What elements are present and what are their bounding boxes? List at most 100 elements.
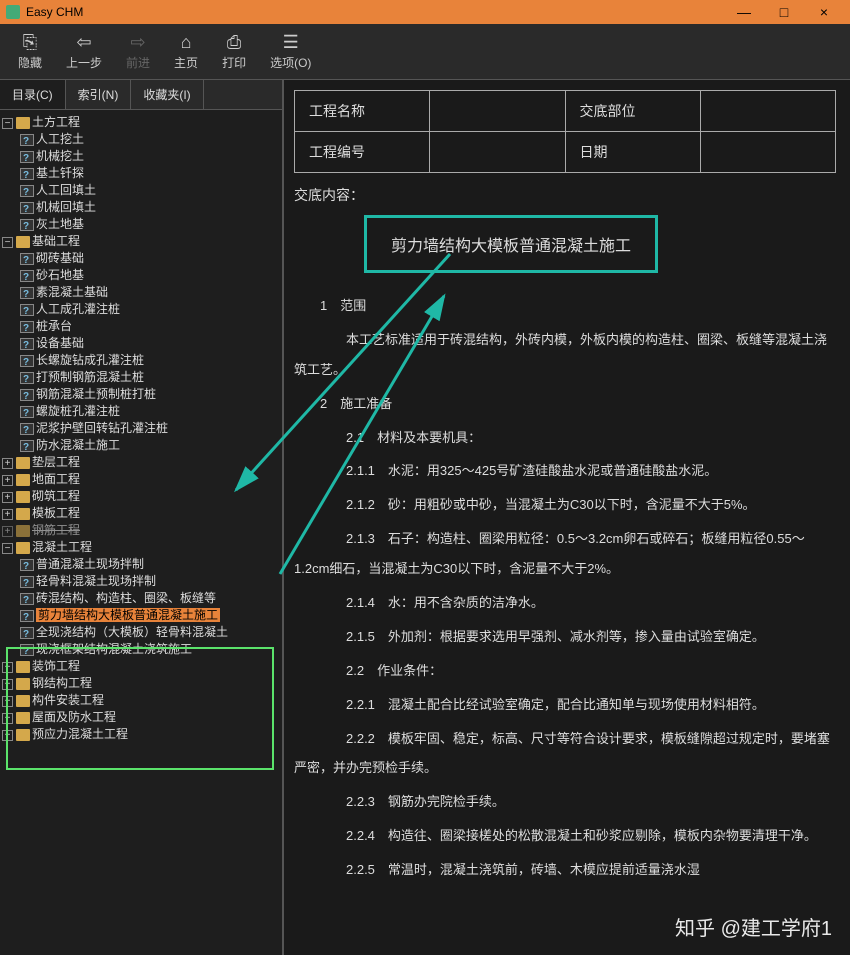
fwd-button: ⇨前进	[114, 28, 162, 75]
tree-folder[interactable]: 装饰工程	[32, 659, 80, 673]
tree-folder[interactable]: 预应力混凝土工程	[32, 727, 128, 741]
tree-item[interactable]: 砂石地基	[36, 268, 84, 282]
print-button[interactable]: ⎙打印	[210, 28, 258, 75]
toggle-icon[interactable]: +	[2, 730, 13, 741]
page-icon	[20, 304, 34, 316]
back-button[interactable]: ⇦上一步	[54, 28, 114, 75]
page-icon	[20, 321, 34, 333]
tab-fav[interactable]: 收藏夹(I)	[131, 80, 203, 109]
folder-icon	[16, 508, 30, 520]
title-bar: Easy CHM — □ ×	[0, 0, 850, 24]
tab-contents[interactable]: 目录(C)	[0, 80, 66, 109]
home-icon: ⌂	[181, 32, 192, 54]
tree-item[interactable]: 机械挖土	[36, 149, 84, 163]
hdr-cell: 工程编号	[295, 132, 430, 173]
paragraph: 2.2.4 构造往、圈梁接槎处的松散混凝土和砂浆应剔除，模板内杂物要清理干净。	[294, 821, 836, 851]
tree-folder[interactable]: 钢结构工程	[32, 676, 92, 690]
tree-folder[interactable]: 模板工程	[32, 506, 80, 520]
tree-view[interactable]: − 土方工程人工挖土机械挖土基土钎探人工回填土机械回填土灰土地基 − 基础工程砌砖基础…	[0, 110, 282, 955]
folder-icon	[16, 729, 30, 741]
tree-item[interactable]: 泥浆护壁回转钻孔灌注桩	[36, 421, 168, 435]
toggle-icon[interactable]: +	[2, 713, 13, 724]
tree-item[interactable]: 基土钎探	[36, 166, 84, 180]
tree-item[interactable]: 普通混凝土现场拌制	[36, 557, 144, 571]
section-label: 交底内容：	[294, 185, 836, 205]
tree-folder[interactable]: 构件安装工程	[32, 693, 104, 707]
toggle-icon[interactable]: −	[2, 118, 13, 129]
paragraph: 2.2.3 钢筋办完院检手续。	[294, 787, 836, 817]
tree-item[interactable]: 全现浇结构（大模板）轻骨料混凝土	[36, 625, 228, 639]
tree-item[interactable]: 人工回填土	[36, 183, 96, 197]
toggle-icon[interactable]: +	[2, 696, 13, 707]
tree-folder[interactable]: 地面工程	[32, 472, 80, 486]
page-icon	[20, 644, 34, 656]
tree-folder[interactable]: 钢筋工程	[32, 523, 80, 537]
page-icon	[20, 610, 34, 622]
tree-item[interactable]: 机械回填土	[36, 200, 96, 214]
folder-icon	[16, 661, 30, 673]
toggle-icon[interactable]: +	[2, 458, 13, 469]
folder-icon	[16, 695, 30, 707]
page-icon	[20, 406, 34, 418]
page-icon	[20, 270, 34, 282]
toggle-icon[interactable]: −	[2, 237, 13, 248]
folder-icon	[16, 491, 30, 503]
sidebar: 目录(C)索引(N)收藏夹(I) − 土方工程人工挖土机械挖土基土钎探人工回填土机…	[0, 80, 284, 955]
tree-folder[interactable]: 混凝土工程	[32, 540, 92, 554]
paragraph: 2.2.1 混凝土配合比经试验室确定，配合比通知单与现场使用材料相符。	[294, 690, 836, 720]
toggle-icon[interactable]: +	[2, 492, 13, 503]
tree-item[interactable]: 砌砖基础	[36, 251, 84, 265]
tree-folder[interactable]: 屋面及防水工程	[32, 710, 116, 724]
tree-item[interactable]: 轻骨料混凝土现场拌制	[36, 574, 156, 588]
tree-item[interactable]: 剪力墙结构大模板普通混凝土施工	[36, 608, 220, 622]
paragraph: 2.2.5 常温时，混凝土浇筑前，砖墙、木模应提前适量浇水湿	[294, 855, 836, 885]
hide-button[interactable]: ⎘隐藏	[6, 28, 54, 75]
paragraph: 1 范围	[294, 291, 836, 321]
tree-folder[interactable]: 基础工程	[32, 234, 80, 248]
page-icon	[20, 389, 34, 401]
minimize-button[interactable]: —	[724, 4, 764, 20]
tree-folder[interactable]: 垫层工程	[32, 455, 80, 469]
tree-item[interactable]: 人工成孔灌注桩	[36, 302, 120, 316]
folder-icon	[16, 117, 30, 129]
document-body: 1 范围 本工艺标准适用于砖混结构，外砖内模，外板内模的构造柱、圈梁、板缝等混凝…	[294, 291, 836, 885]
tree-item[interactable]: 防水混凝土施工	[36, 438, 120, 452]
toggle-icon[interactable]: +	[2, 662, 13, 673]
tree-item[interactable]: 桩承台	[36, 319, 72, 333]
tree-item[interactable]: 现浇框架结构混凝土浇筑施工	[36, 642, 192, 656]
tree-folder[interactable]: 砌筑工程	[32, 489, 80, 503]
window-title: Easy CHM	[26, 5, 83, 19]
page-icon	[20, 372, 34, 384]
print-icon: ⎙	[227, 32, 241, 54]
tree-item[interactable]: 打预制钢筋混凝土桩	[36, 370, 144, 384]
tree-item[interactable]: 素混凝土基础	[36, 285, 108, 299]
opts-button[interactable]: ☰选项(O)	[258, 28, 323, 75]
toggle-icon[interactable]: +	[2, 679, 13, 690]
tree-item[interactable]: 砖混结构、构造柱、圈梁、板缝等	[36, 591, 216, 605]
page-icon	[20, 185, 34, 197]
folder-icon	[16, 678, 30, 690]
content-pane[interactable]: 工程名称 交底部位 工程编号 日期 交底内容： 剪力墙结构大模板普通混凝土施工 …	[284, 80, 850, 955]
tree-item[interactable]: 人工挖土	[36, 132, 84, 146]
toggle-icon[interactable]: +	[2, 509, 13, 520]
tree-item[interactable]: 设备基础	[36, 336, 84, 350]
tree-folder[interactable]: 土方工程	[32, 115, 80, 129]
toggle-icon[interactable]: −	[2, 543, 13, 554]
tab-index[interactable]: 索引(N)	[66, 80, 132, 109]
hide-icon: ⎘	[23, 32, 37, 54]
maximize-button[interactable]: □	[764, 4, 804, 20]
paragraph: 2.1 材料及本要机具：	[294, 423, 836, 453]
folder-icon	[16, 457, 30, 469]
folder-icon	[16, 712, 30, 724]
folder-icon	[16, 542, 30, 554]
hdr-cell: 日期	[565, 132, 700, 173]
close-button[interactable]: ×	[804, 4, 844, 20]
tree-item[interactable]: 长螺旋钻成孔灌注桩	[36, 353, 144, 367]
home-button[interactable]: ⌂主页	[162, 28, 210, 75]
tree-item[interactable]: 钢筋混凝土预制桩打桩	[36, 387, 156, 401]
tree-item[interactable]: 螺旋桩孔灌注桩	[36, 404, 120, 418]
paragraph: 2.1.1 水泥：用325～425号矿渣硅酸盐水泥或普通硅酸盐水泥。	[294, 456, 836, 486]
toggle-icon[interactable]: +	[2, 475, 13, 486]
tree-item[interactable]: 灰土地基	[36, 217, 84, 231]
toggle-icon[interactable]: +	[2, 526, 13, 537]
